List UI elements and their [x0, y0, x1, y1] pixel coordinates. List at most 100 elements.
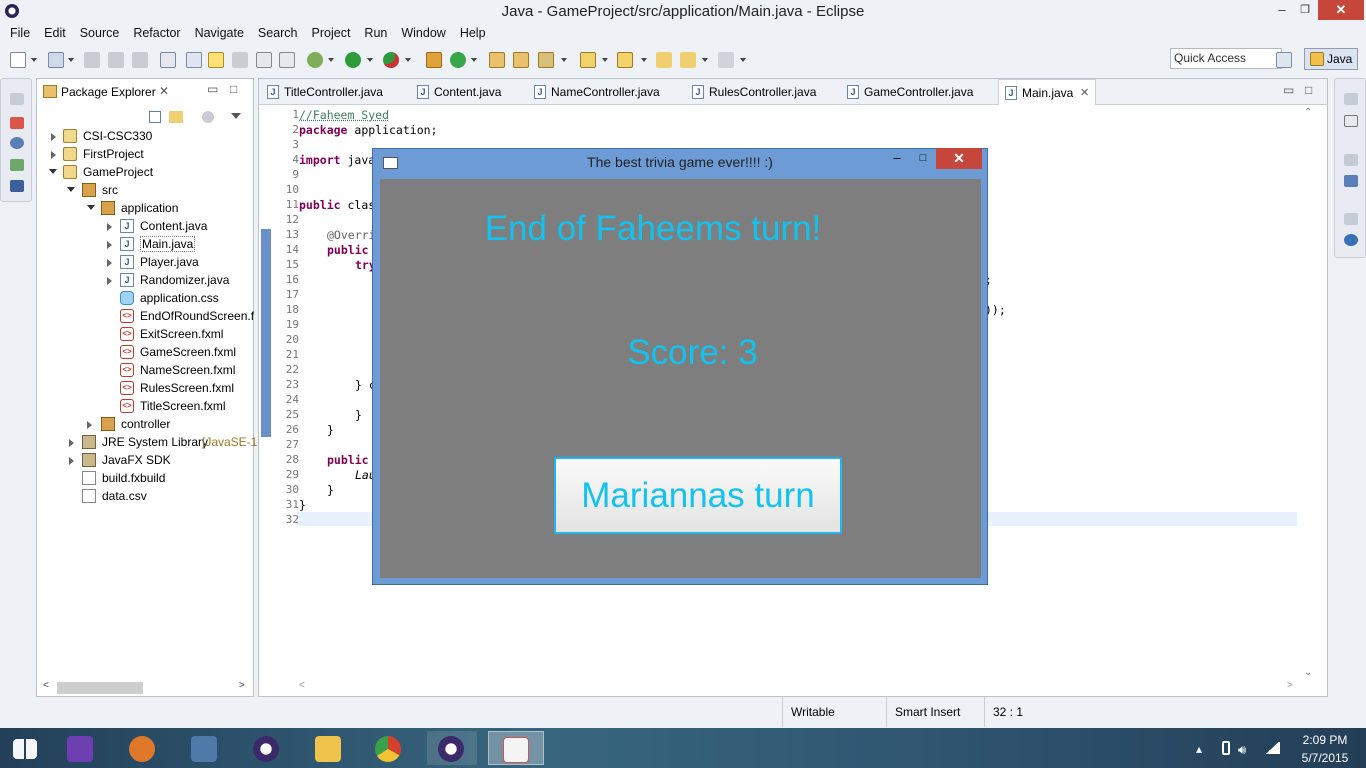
- menu-project[interactable]: Project: [305, 23, 358, 43]
- minimize-button[interactable]: –: [1270, 0, 1294, 20]
- scroll-left-icon[interactable]: <: [299, 680, 305, 691]
- restore-icon[interactable]: [10, 93, 24, 105]
- dropdown-arrow-icon[interactable]: [328, 58, 334, 62]
- highlight-icon[interactable]: [208, 52, 224, 68]
- tab-main[interactable]: J Main.java ✕: [998, 79, 1096, 105]
- dialog-maximize-button[interactable]: □: [911, 149, 935, 169]
- taskbar-app[interactable]: [364, 731, 414, 765]
- view-menu-icon[interactable]: [231, 113, 241, 119]
- dropdown-arrow-icon[interactable]: [367, 58, 373, 62]
- previous-annotation-icon[interactable]: [617, 52, 633, 68]
- print-icon[interactable]: [132, 52, 148, 68]
- scroll-left-icon[interactable]: <: [43, 680, 49, 691]
- menu-file[interactable]: File: [3, 23, 37, 43]
- console-icon[interactable]: [10, 180, 24, 192]
- clock-time[interactable]: 2:09 PM: [1300, 733, 1350, 747]
- java-perspective-button[interactable]: Java: [1304, 48, 1358, 70]
- clock-date[interactable]: 5/7/2015: [1294, 751, 1356, 765]
- menu-window[interactable]: Window: [394, 23, 452, 43]
- taskbar-app[interactable]: [242, 731, 292, 765]
- new-java-package-icon[interactable]: [426, 52, 442, 68]
- package-explorer-tab[interactable]: Package Explorer ✕ ▭ □: [37, 79, 253, 104]
- maximize-editor-icon[interactable]: □: [1305, 83, 1312, 97]
- outline-icon[interactable]: [1344, 175, 1358, 187]
- minimize-view-icon[interactable]: ▭: [207, 82, 218, 96]
- scroll-up-icon[interactable]: ⌃: [1304, 107, 1312, 118]
- menu-search[interactable]: Search: [251, 23, 305, 43]
- problems-icon[interactable]: [10, 117, 24, 129]
- vertical-scrollbar[interactable]: ⌃ ⌄: [1299, 107, 1319, 682]
- menu-navigate[interactable]: Navigate: [188, 23, 251, 43]
- tab-rules-controller[interactable]: J RulesController.java: [686, 79, 844, 105]
- forward-icon[interactable]: [718, 52, 734, 68]
- dropdown-arrow-icon[interactable]: [471, 58, 477, 62]
- dropdown-arrow-icon[interactable]: [702, 58, 708, 62]
- last-edit-icon[interactable]: [656, 52, 672, 68]
- network-icon[interactable]: [1264, 742, 1280, 754]
- save-icon[interactable]: [84, 52, 100, 68]
- menu-run[interactable]: Run: [357, 23, 394, 43]
- link-with-editor-icon[interactable]: [169, 111, 183, 123]
- horizontal-scrollbar[interactable]: < >: [297, 680, 1297, 695]
- maximize-view-icon[interactable]: □: [230, 82, 237, 96]
- open-perspective-icon[interactable]: [1276, 52, 1292, 68]
- tab-name-controller[interactable]: J NameController.java: [528, 79, 686, 105]
- close-tab-icon[interactable]: ✕: [1080, 80, 1089, 106]
- device-icon[interactable]: [1222, 741, 1230, 755]
- dropdown-arrow-icon[interactable]: [602, 58, 608, 62]
- scrollbar-thumb[interactable]: [57, 682, 143, 694]
- open-task-icon[interactable]: [513, 52, 529, 68]
- start-button[interactable]: [0, 731, 50, 765]
- skip-breakpoints-icon[interactable]: [160, 52, 176, 68]
- dropdown-arrow-icon[interactable]: [68, 58, 74, 62]
- search-icon[interactable]: [538, 52, 554, 68]
- taskbar-app[interactable]: [118, 731, 168, 765]
- new-project-icon[interactable]: [48, 52, 64, 68]
- scroll-right-icon[interactable]: >: [239, 680, 245, 691]
- new-java-class-icon[interactable]: [450, 52, 466, 68]
- restore-icon[interactable]: [1344, 154, 1358, 166]
- dropdown-arrow-icon[interactable]: [740, 58, 746, 62]
- dialog-minimize-button[interactable]: –: [883, 149, 911, 169]
- back-icon[interactable]: [680, 52, 696, 68]
- volume-icon[interactable]: 🔊︎: [1238, 742, 1246, 758]
- menu-help[interactable]: Help: [453, 23, 493, 43]
- menu-edit[interactable]: Edit: [37, 23, 73, 43]
- show-whitespace-icon[interactable]: [256, 52, 272, 68]
- show-hidden-icons-icon[interactable]: ▴: [1196, 742, 1202, 756]
- next-annotation-icon[interactable]: [580, 52, 596, 68]
- save-all-icon[interactable]: [108, 52, 124, 68]
- dialog-close-button[interactable]: ✕: [936, 148, 982, 169]
- run-icon[interactable]: [345, 52, 361, 68]
- menu-refactor[interactable]: Refactor: [126, 23, 187, 43]
- new-icon[interactable]: [10, 52, 26, 68]
- restore-icon[interactable]: [1344, 93, 1358, 105]
- taskbar-app[interactable]: [427, 731, 477, 765]
- declaration-icon[interactable]: [10, 159, 24, 171]
- tab-title-controller[interactable]: J TitleController.java: [261, 79, 411, 105]
- dropdown-arrow-icon[interactable]: [31, 58, 37, 62]
- dropdown-arrow-icon[interactable]: [561, 58, 567, 62]
- taskbar-app[interactable]: [304, 731, 354, 765]
- dropdown-arrow-icon[interactable]: [641, 58, 647, 62]
- next-turn-button[interactable]: Mariannas turn: [554, 457, 842, 534]
- open-type-icon[interactable]: [489, 52, 505, 68]
- close-tab-icon[interactable]: ✕: [159, 84, 169, 98]
- task-list-icon[interactable]: [1344, 115, 1358, 127]
- toggle-mark-occurrences-icon[interactable]: [186, 52, 202, 68]
- help-icon[interactable]: [1344, 234, 1358, 246]
- collapse-all-icon[interactable]: [149, 111, 161, 123]
- maximize-button[interactable]: ❐: [1294, 0, 1316, 20]
- quick-access-input[interactable]: Quick Access: [1170, 48, 1282, 69]
- horizontal-scrollbar[interactable]: < >: [39, 680, 251, 695]
- taskbar-app[interactable]: [56, 731, 106, 765]
- run-external-icon[interactable]: [383, 52, 399, 68]
- tab-game-controller[interactable]: J GameController.java: [841, 79, 996, 105]
- pilcrow-icon[interactable]: [279, 52, 295, 68]
- tab-content[interactable]: J Content.java: [411, 79, 529, 105]
- javadoc-icon[interactable]: [10, 137, 24, 149]
- dropdown-arrow-icon[interactable]: [405, 58, 411, 62]
- minimize-editor-icon[interactable]: ▭: [1283, 83, 1294, 97]
- menu-source[interactable]: Source: [73, 23, 127, 43]
- toggle-block-icon[interactable]: [232, 52, 248, 68]
